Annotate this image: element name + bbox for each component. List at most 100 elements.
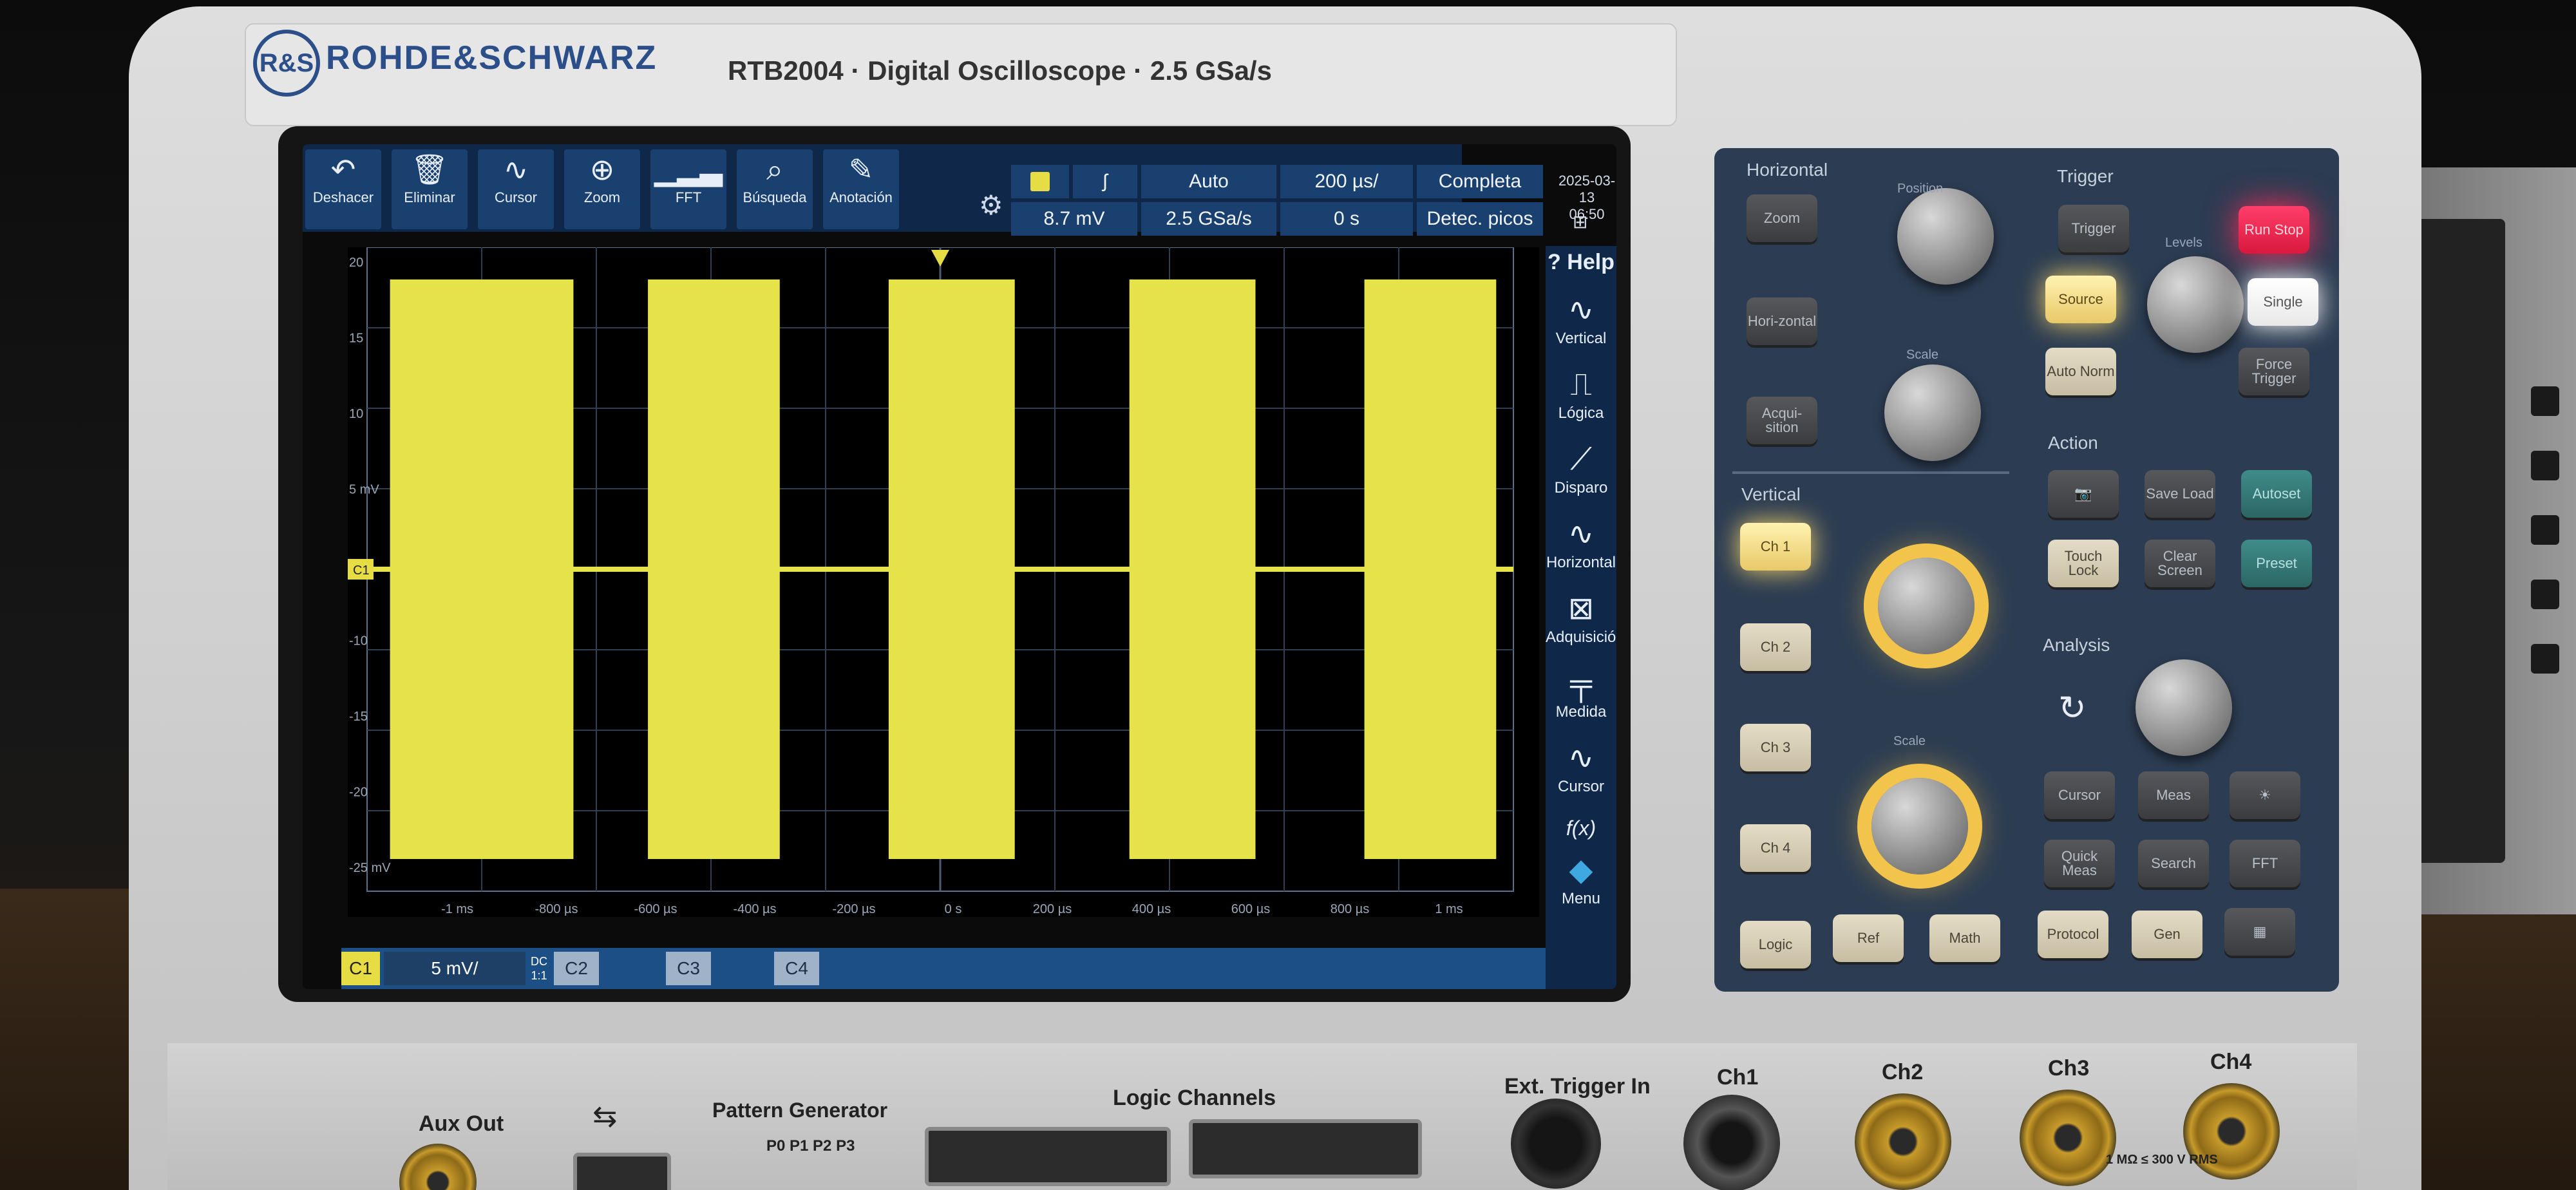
acquisition-key[interactable]: Acqui-sition [1747, 397, 1817, 444]
horizontal-scale-knob[interactable] [1884, 364, 1981, 461]
logic-key[interactable]: Logic [1740, 921, 1811, 968]
ch2-key[interactable]: Ch 2 [1740, 623, 1811, 671]
timebase[interactable]: 200 µs/ [1280, 165, 1413, 198]
channel-3-tab[interactable]: C3 [666, 952, 711, 985]
trigger-level[interactable]: 8.7 mV [1011, 202, 1137, 236]
single-key[interactable]: Single [2248, 278, 2318, 326]
side-menu-button[interactable]: ◆ Menu [1546, 851, 1616, 908]
cursor-key[interactable]: Cursor [2044, 771, 2115, 819]
gen-key[interactable]: Gen [2132, 911, 2202, 958]
save-load-key[interactable]: Save Load [2145, 470, 2215, 518]
trigger-key[interactable]: Trigger [2058, 205, 2129, 252]
touch-lock-key[interactable]: Touch Lock [2048, 540, 2119, 587]
trigger-section-title: Trigger [2057, 166, 2114, 186]
search-key[interactable]: Search [2138, 840, 2209, 887]
adjacent-instrument-slot [2531, 515, 2559, 545]
help-icon: ? Help [1548, 250, 1615, 274]
ext-trigger-bnc[interactable] [1511, 1099, 1601, 1189]
protocol-key[interactable]: Protocol [2038, 911, 2108, 958]
side-trigger[interactable]: ⟋ Disparo [1546, 440, 1616, 497]
vertical-scale-label: Scale [1893, 734, 1926, 748]
gear-icon[interactable]: ⚙ [979, 189, 1003, 221]
side-measure[interactable]: ╤ Medida [1546, 665, 1616, 721]
y-tick-label: -25 mV [349, 861, 391, 875]
ch3-key[interactable]: Ch 3 [1740, 724, 1811, 771]
ref-key[interactable]: Ref [1833, 914, 1904, 962]
math-key[interactable]: Math [1929, 914, 2000, 962]
ch2-input-label: Ch2 [1882, 1060, 1924, 1084]
delete-button[interactable]: 🗑 Eliminar [392, 149, 468, 229]
fft-key[interactable]: FFT [2230, 840, 2300, 887]
horizontal-position-knob[interactable] [1897, 188, 1994, 285]
adjacent-instrument-slot [2531, 451, 2559, 480]
trigger-level-knob[interactable] [2147, 256, 2244, 353]
ch3-input-bnc[interactable] [2020, 1090, 2116, 1186]
side-logic[interactable]: ⎍ Lógica [1546, 366, 1616, 422]
ch2-input-bnc[interactable] [1855, 1093, 1951, 1190]
adjacent-instrument-slot [2531, 644, 2559, 674]
fft-button[interactable]: ▁▂▃ FFT [650, 149, 726, 229]
trigger-slope-cell[interactable]: ʃ [1073, 165, 1137, 198]
clear-screen-key[interactable]: Clear Screen [2145, 540, 2215, 587]
back-icon[interactable]: ↻ [2058, 689, 2087, 728]
trigger-source-cell[interactable] [1011, 165, 1069, 198]
channel-1-marker-label: C1 [353, 563, 370, 578]
run-stop-key[interactable]: Run Stop [2239, 206, 2309, 254]
side-cursor[interactable]: ∿ Cursor [1546, 739, 1616, 796]
ch4-key[interactable]: Ch 4 [1740, 824, 1811, 872]
logic-connector-2[interactable] [1189, 1119, 1422, 1178]
universal-knob[interactable] [2136, 659, 2232, 756]
logic-connector-1[interactable] [925, 1127, 1171, 1186]
vertical-scale-knob[interactable] [1871, 778, 1968, 874]
screenshot-key[interactable]: 📷 [2048, 470, 2119, 518]
meas-key[interactable]: Meas [2138, 771, 2209, 819]
apps-key[interactable]: ▦ [2224, 908, 2295, 956]
ext-trigger-label: Ext. Trigger In [1504, 1074, 1651, 1099]
annotation-button[interactable]: ✎ Anotación [823, 149, 899, 229]
oscilloscope-screen[interactable]: ↶ Deshacer 🗑 Eliminar ∿ Cursor ⊕ Zoom ▁▂▃ FFT… [303, 144, 1616, 989]
undo-button[interactable]: ↶ Deshacer [305, 149, 381, 229]
vertical-position-knob[interactable] [1878, 558, 1975, 654]
zoom-button[interactable]: ⊕ Zoom [564, 149, 640, 229]
side-horizontal[interactable]: ∿ Horizontal [1546, 515, 1616, 572]
search-button[interactable]: ⌕ Búsqueda [737, 149, 813, 229]
acquisition-mode[interactable]: Completa [1417, 165, 1543, 198]
preset-key[interactable]: Preset [2241, 540, 2312, 587]
zoom-key[interactable]: Zoom [1747, 194, 1817, 242]
horizontal-position[interactable]: 0 s [1280, 202, 1413, 236]
adjacent-instrument-slot [2531, 386, 2559, 416]
auto-norm-key[interactable]: Auto Norm [2045, 348, 2116, 395]
waveform-plot[interactable]: 2015105 mV-5-10-15-20-25 mV-1 ms-800 µs-… [348, 247, 1539, 917]
y-tick-label: -15 [349, 710, 368, 724]
intensity-key[interactable]: ☀ [2230, 771, 2300, 819]
signal-burst-3 [888, 279, 1015, 859]
autoset-key[interactable]: Autoset [2241, 470, 2312, 518]
sample-rate[interactable]: 2.5 GSa/s [1141, 202, 1276, 236]
ch1-key[interactable]: Ch 1 [1740, 523, 1811, 571]
quick-meas-key[interactable]: Quick Meas [2044, 840, 2115, 887]
channel-2-tab[interactable]: C2 [554, 952, 599, 985]
channel-4-tab[interactable]: C4 [774, 952, 819, 985]
usb-port[interactable] [573, 1153, 671, 1190]
trigger-mode[interactable]: Auto [1141, 165, 1276, 198]
levels-knob-label: Levels [2165, 236, 2202, 250]
ch1-input-bnc[interactable] [1683, 1095, 1780, 1190]
channel-1-scale[interactable]: 5 mV/ [384, 952, 526, 985]
channel-1-tab[interactable]: C1 [341, 952, 380, 985]
source-key[interactable]: Source [2045, 276, 2116, 323]
force-trigger-key[interactable]: Force Trigger [2239, 348, 2309, 395]
cursor-tool-button[interactable]: ∿ Cursor [478, 149, 554, 229]
side-menu: ? Help ∿ Vertical ⎍ Lógica ⟋ Disparo ∿ Horiz… [1546, 246, 1616, 989]
vertical-icon: ∿ [1567, 293, 1595, 327]
action-section-title: Action [2048, 433, 2098, 453]
side-vertical[interactable]: ∿ Vertical [1546, 291, 1616, 348]
side-help[interactable]: ? Help [1546, 250, 1616, 275]
detector-mode[interactable]: Detec. picos [1417, 202, 1543, 236]
side-math[interactable]: f(x) [1546, 817, 1616, 840]
aux-out-label: Aux Out [419, 1111, 504, 1136]
x-tick-label: 200 µs [1033, 902, 1072, 916]
side-acquisition[interactable]: ⊠Adquisición [1546, 590, 1616, 647]
horizontal-key[interactable]: Hori-zontal [1747, 298, 1817, 345]
input-rating-label: 1 MΩ ≤ 300 V RMS [2106, 1153, 2218, 1167]
signal-burst-4 [1129, 279, 1256, 859]
